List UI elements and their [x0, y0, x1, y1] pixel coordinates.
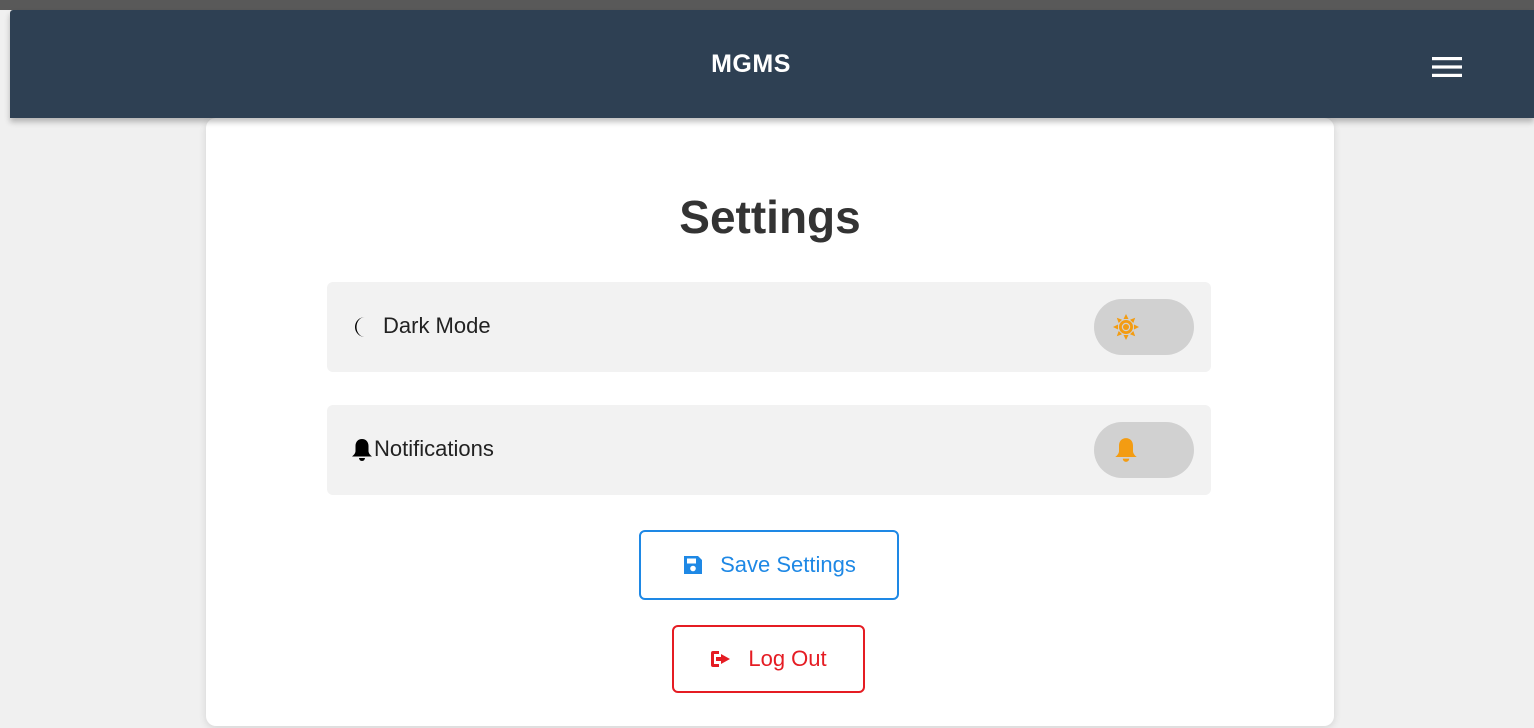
bell-icon: [349, 437, 375, 463]
settings-card: Settings Dark Mode Notifications Save Se…: [206, 118, 1334, 726]
sun-icon: [1112, 313, 1140, 341]
log-out-label: Log Out: [748, 646, 827, 671]
bell-icon: [1112, 436, 1140, 464]
save-settings-label: Save Settings: [720, 552, 856, 577]
setting-row-notifications: Notifications: [327, 405, 1211, 495]
moon-icon: [349, 314, 375, 340]
sign-out-icon: [711, 651, 731, 667]
app-brand: MGMS: [711, 50, 791, 78]
hamburger-menu-icon[interactable]: [1430, 54, 1464, 80]
dark-mode-toggle[interactable]: [1094, 299, 1194, 355]
navbar: MGMS: [10, 10, 1534, 118]
setting-row-dark-mode: Dark Mode: [327, 282, 1211, 372]
log-out-button[interactable]: Log Out: [672, 625, 865, 693]
notifications-toggle[interactable]: [1094, 422, 1194, 478]
window-top-strip: [0, 0, 1534, 10]
notifications-label: Notifications: [374, 436, 494, 461]
dark-mode-label: Dark Mode: [383, 313, 491, 338]
floppy-disk-icon: [684, 556, 703, 574]
page-title: Settings: [679, 191, 861, 243]
save-settings-button[interactable]: Save Settings: [639, 530, 899, 600]
